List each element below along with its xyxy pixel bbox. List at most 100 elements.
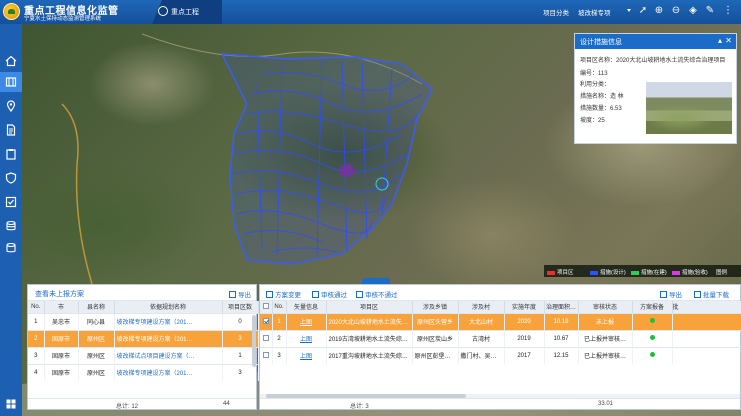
collapse-icon[interactable]: ▴ xyxy=(718,36,722,45)
category-select-value: 坡改梯专项 xyxy=(578,10,611,17)
column-header[interactable]: 项目区 xyxy=(326,301,413,313)
site-photo[interactable] xyxy=(646,82,732,134)
category-select[interactable]: 坡改梯专项 xyxy=(575,4,633,18)
table-row[interactable]: 3 上图 2017重沟坡耕地水土流失综… 原州区彭堡、… 撒门村、吴磨… 201… xyxy=(260,346,741,364)
sidebar-item-location[interactable] xyxy=(5,100,17,113)
table-header-row: No. 市 县名称 依据规划名称 项目区数 xyxy=(28,301,259,313)
info-usage: 利用分类： xyxy=(580,82,611,88)
export-icon xyxy=(660,291,667,298)
legend-swatch xyxy=(672,270,680,275)
sidebar-item-map[interactable] xyxy=(0,72,22,92)
map-link[interactable]: 上图 xyxy=(300,337,312,343)
table-row[interactable]: 2 上图 2019古湾坡耕地水土流失综… 原州区炭山乡 古湾村 2019 10.… xyxy=(260,329,741,347)
status-dot xyxy=(649,352,655,358)
export-button[interactable]: 导出 xyxy=(229,289,251,299)
approve-button[interactable]: 审核通过 xyxy=(312,289,347,299)
map-link[interactable]: 上图 xyxy=(300,320,312,326)
plan-change-button[interactable]: 方案变更 xyxy=(266,289,301,299)
left-footer: 总计: 12 44 xyxy=(28,398,256,410)
legend-item[interactable]: 措施(设计) xyxy=(590,268,626,276)
row-checkbox[interactable] xyxy=(262,318,269,325)
road-line xyxy=(61,103,93,285)
table-row-selected[interactable]: 1 上图 2020大北山坡耕地水土流失… 原州区头营乡 大北山村 2020 10… xyxy=(260,312,741,330)
column-header[interactable]: 涉及乡镇 xyxy=(412,301,459,313)
column-header[interactable]: 实施年度 xyxy=(504,301,545,313)
sidebar-item-reports[interactable] xyxy=(5,148,17,160)
pointer-icon[interactable]: ➚ xyxy=(636,4,650,18)
clipboard-icon xyxy=(6,149,16,160)
column-header[interactable]: No. xyxy=(28,301,45,313)
download-icon xyxy=(694,291,701,298)
column-header[interactable]: 涉及村 xyxy=(458,301,505,313)
table-header-row: No. 矢量信息 项目区 涉及乡镇 涉及村 实施年度 治理面积… 审核状态 方案… xyxy=(260,301,741,313)
column-header[interactable]: 矢量信息 xyxy=(286,301,327,313)
legend-item[interactable]: 措施(在建) xyxy=(631,268,667,276)
approve-icon xyxy=(312,291,319,298)
column-header[interactable]: 项目区数 xyxy=(222,301,259,313)
sidebar-item-layers[interactable] xyxy=(5,242,17,254)
column-header[interactable]: 治理面积… xyxy=(544,301,579,313)
legend-swatch xyxy=(590,270,598,275)
reject-icon xyxy=(356,291,363,298)
chevron-down-icon xyxy=(627,9,631,12)
close-icon[interactable]: ✕ xyxy=(725,36,732,45)
location-icon xyxy=(6,100,16,113)
sidebar-item-supervision[interactable] xyxy=(5,172,17,184)
legend-item[interactable]: 项目区 xyxy=(547,268,574,276)
table-row[interactable]: 1 吴忠市 同心县 坡改梯专项建设方案（201… 0 xyxy=(28,312,259,330)
sidebar-item-database[interactable] xyxy=(5,220,17,232)
app-logo xyxy=(3,3,20,20)
column-header[interactable]: 方案报备 xyxy=(632,301,673,313)
layers-icon[interactable]: ◈ xyxy=(686,4,700,18)
table-row[interactable]: 3 固原市 原州区 坡改梯试点项目建设方案（… 1 xyxy=(28,346,259,364)
project-area-table: No. 矢量信息 项目区 涉及乡镇 涉及村 实施年度 治理面积… 审核状态 方案… xyxy=(260,301,741,364)
info-panel-title: 设计措施信息 xyxy=(580,39,622,46)
select-all-checkbox[interactable] xyxy=(262,303,269,310)
grid-icon xyxy=(6,399,16,409)
sidebar-item-checklist[interactable] xyxy=(5,196,17,208)
batch-download-button[interactable]: 批量下载 xyxy=(694,289,729,299)
select-all-header[interactable] xyxy=(260,301,273,313)
sidebar-item-home[interactable] xyxy=(5,55,17,67)
status-dot xyxy=(649,318,655,323)
map-link[interactable]: 上图 xyxy=(300,354,312,360)
zoom-in-icon[interactable]: ⊕ xyxy=(652,4,666,18)
tab-label: 重点工程 xyxy=(171,9,199,16)
measure-area-design[interactable] xyxy=(220,53,433,265)
document-icon xyxy=(6,124,16,136)
column-header[interactable]: 批 xyxy=(672,301,741,313)
column-header[interactable]: 依据规划名称 xyxy=(114,301,223,313)
row-checkbox[interactable] xyxy=(262,335,269,342)
column-header[interactable]: No. xyxy=(272,301,287,313)
column-header[interactable]: 审核状态 xyxy=(578,301,633,313)
view-unreported-link[interactable]: 查看未上报方案 xyxy=(35,289,84,299)
checklist-icon xyxy=(5,196,17,208)
zoom-out-icon[interactable]: ⊖ xyxy=(669,4,683,18)
sidebar-item-apps[interactable] xyxy=(5,398,17,410)
table-row[interactable]: 4 固原市 原州区 坡改梯专项建设方案（201… 3 xyxy=(28,363,259,381)
reject-button[interactable]: 审核不通过 xyxy=(356,289,398,299)
layers-icon xyxy=(6,242,16,253)
map-icon xyxy=(5,77,17,87)
app-header: 重点工程信息化监管 宁夏水土保持动态监测管理系统 重点工程 项目分类 坡改梯专项… xyxy=(0,0,741,24)
export-icon xyxy=(229,291,236,298)
column-header[interactable]: 县名称 xyxy=(78,301,115,313)
legend-swatch xyxy=(547,270,555,275)
info-project-name: 项目区名称：2020大北山坡耕地水土流失综合治理项目 xyxy=(580,58,726,64)
table-row-selected[interactable]: 2 固原市 原州区 坡改梯专项建设方案（201… 3 xyxy=(28,329,259,347)
legend-item[interactable]: 图例 xyxy=(716,268,727,276)
row-checkbox[interactable] xyxy=(262,352,269,359)
export-button[interactable]: 导出 xyxy=(660,289,682,299)
project-area-panel: 方案变更 审核通过 审核不通过 导出 批量下载 No. 矢量信息 项目区 涉及乡… xyxy=(259,284,741,410)
measure-icon[interactable]: ✎ xyxy=(703,4,717,18)
more-icon[interactable]: ⋮ xyxy=(721,4,735,18)
info-slope: 坡度：25 xyxy=(580,118,605,124)
shield-icon xyxy=(5,172,17,184)
sidebar-item-documents[interactable] xyxy=(5,124,17,136)
legend-swatch xyxy=(631,270,639,275)
status-dot xyxy=(649,335,655,340)
vertical-scrollbar[interactable] xyxy=(252,315,256,367)
legend-item[interactable]: 措施(验收) xyxy=(672,268,708,276)
column-header[interactable]: 市 xyxy=(44,301,79,313)
right-footer: 总计: 3 33.01 xyxy=(260,398,740,410)
